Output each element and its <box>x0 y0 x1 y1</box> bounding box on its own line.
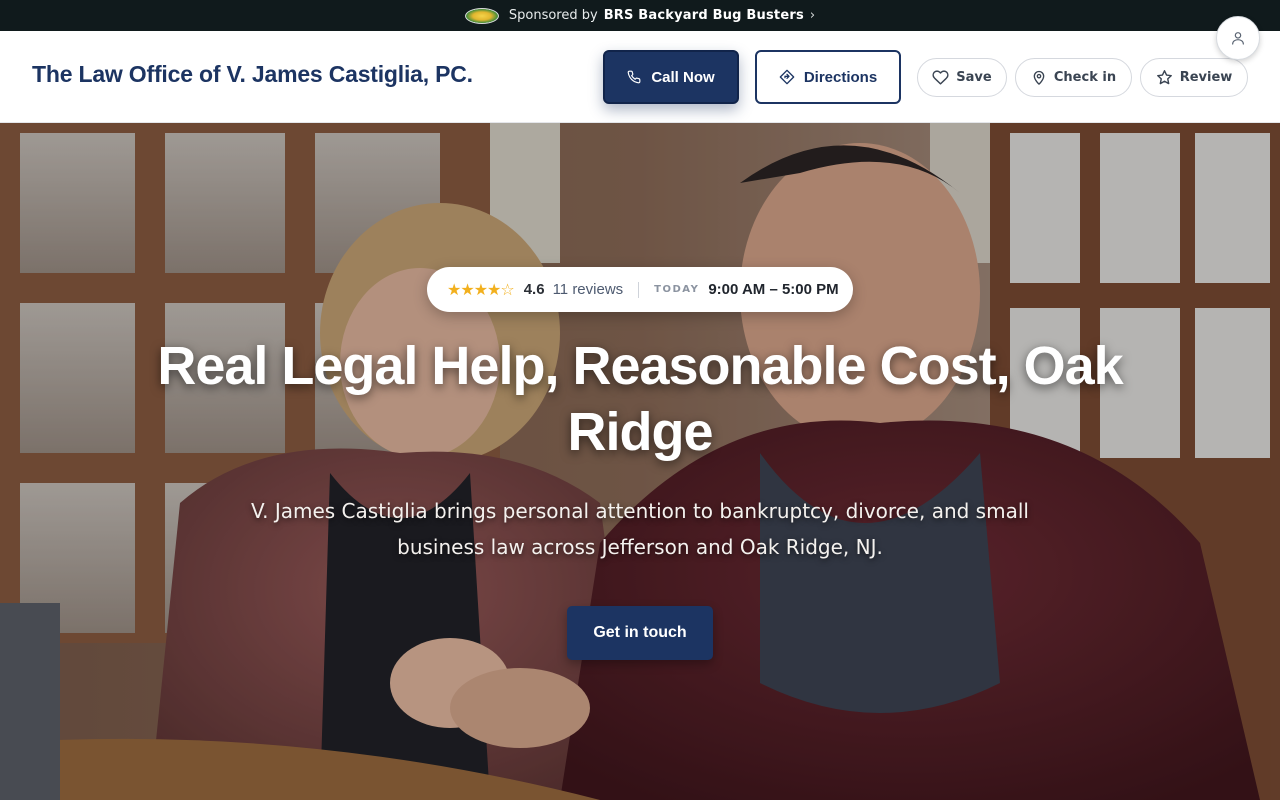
check-in-label: Check in <box>1053 70 1117 85</box>
review-button[interactable]: Review <box>1140 58 1248 97</box>
rating-value: 4.6 <box>523 281 545 298</box>
sponsor-prefix: Sponsored by <box>508 8 598 23</box>
directions-icon <box>779 69 795 85</box>
save-label: Save <box>956 70 992 85</box>
hours-value: 9:00 AM – 5:00 PM <box>708 281 839 298</box>
review-label: Review <box>1179 70 1233 85</box>
chevron-right-icon: › <box>809 8 816 23</box>
divider <box>638 281 640 298</box>
today-label: TODAY <box>654 284 700 295</box>
save-button[interactable]: Save <box>917 58 1007 97</box>
check-in-button[interactable]: Check in <box>1015 58 1132 97</box>
rating-hours-pill[interactable]: ★★★★☆ 4.6 11 reviews TODAY 9:00 AM – 5:0… <box>427 267 853 312</box>
review-count-link[interactable]: 11 reviews <box>553 281 624 298</box>
directions-label: Directions <box>803 68 878 86</box>
star-outline-icon <box>1156 69 1173 86</box>
map-pin-icon <box>1031 69 1047 86</box>
get-in-touch-button[interactable]: Get in touch <box>567 606 713 660</box>
sponsored-banner[interactable]: Sponsored by BRS Backyard Bug Busters › <box>0 0 1280 31</box>
hero-subtext: V. James Castiglia brings personal atten… <box>251 499 1029 559</box>
brand-title[interactable]: The Law Office of V. James Castiglia, PC… <box>32 61 473 88</box>
user-account-button[interactable] <box>1216 16 1260 60</box>
user-icon <box>1230 30 1246 46</box>
phone-icon <box>627 70 641 84</box>
sponsor-name[interactable]: BRS Backyard Bug Busters <box>604 8 804 23</box>
heart-icon <box>932 69 949 86</box>
sponsor-logo-icon <box>464 7 499 24</box>
hero-headline: Real Legal Help, Reasonable Cost, Oak Ri… <box>157 336 1123 462</box>
directions-button[interactable]: Directions <box>755 50 901 104</box>
hero-section: ★★★★☆ 4.6 11 reviews TODAY 9:00 AM – 5:0… <box>0 123 1280 800</box>
star-rating-icon: ★★★★☆ <box>447 280 515 299</box>
site-header: The Law Office of V. James Castiglia, PC… <box>0 31 1280 123</box>
call-now-label: Call Now <box>651 68 715 86</box>
call-now-button[interactable]: Call Now <box>603 50 739 104</box>
